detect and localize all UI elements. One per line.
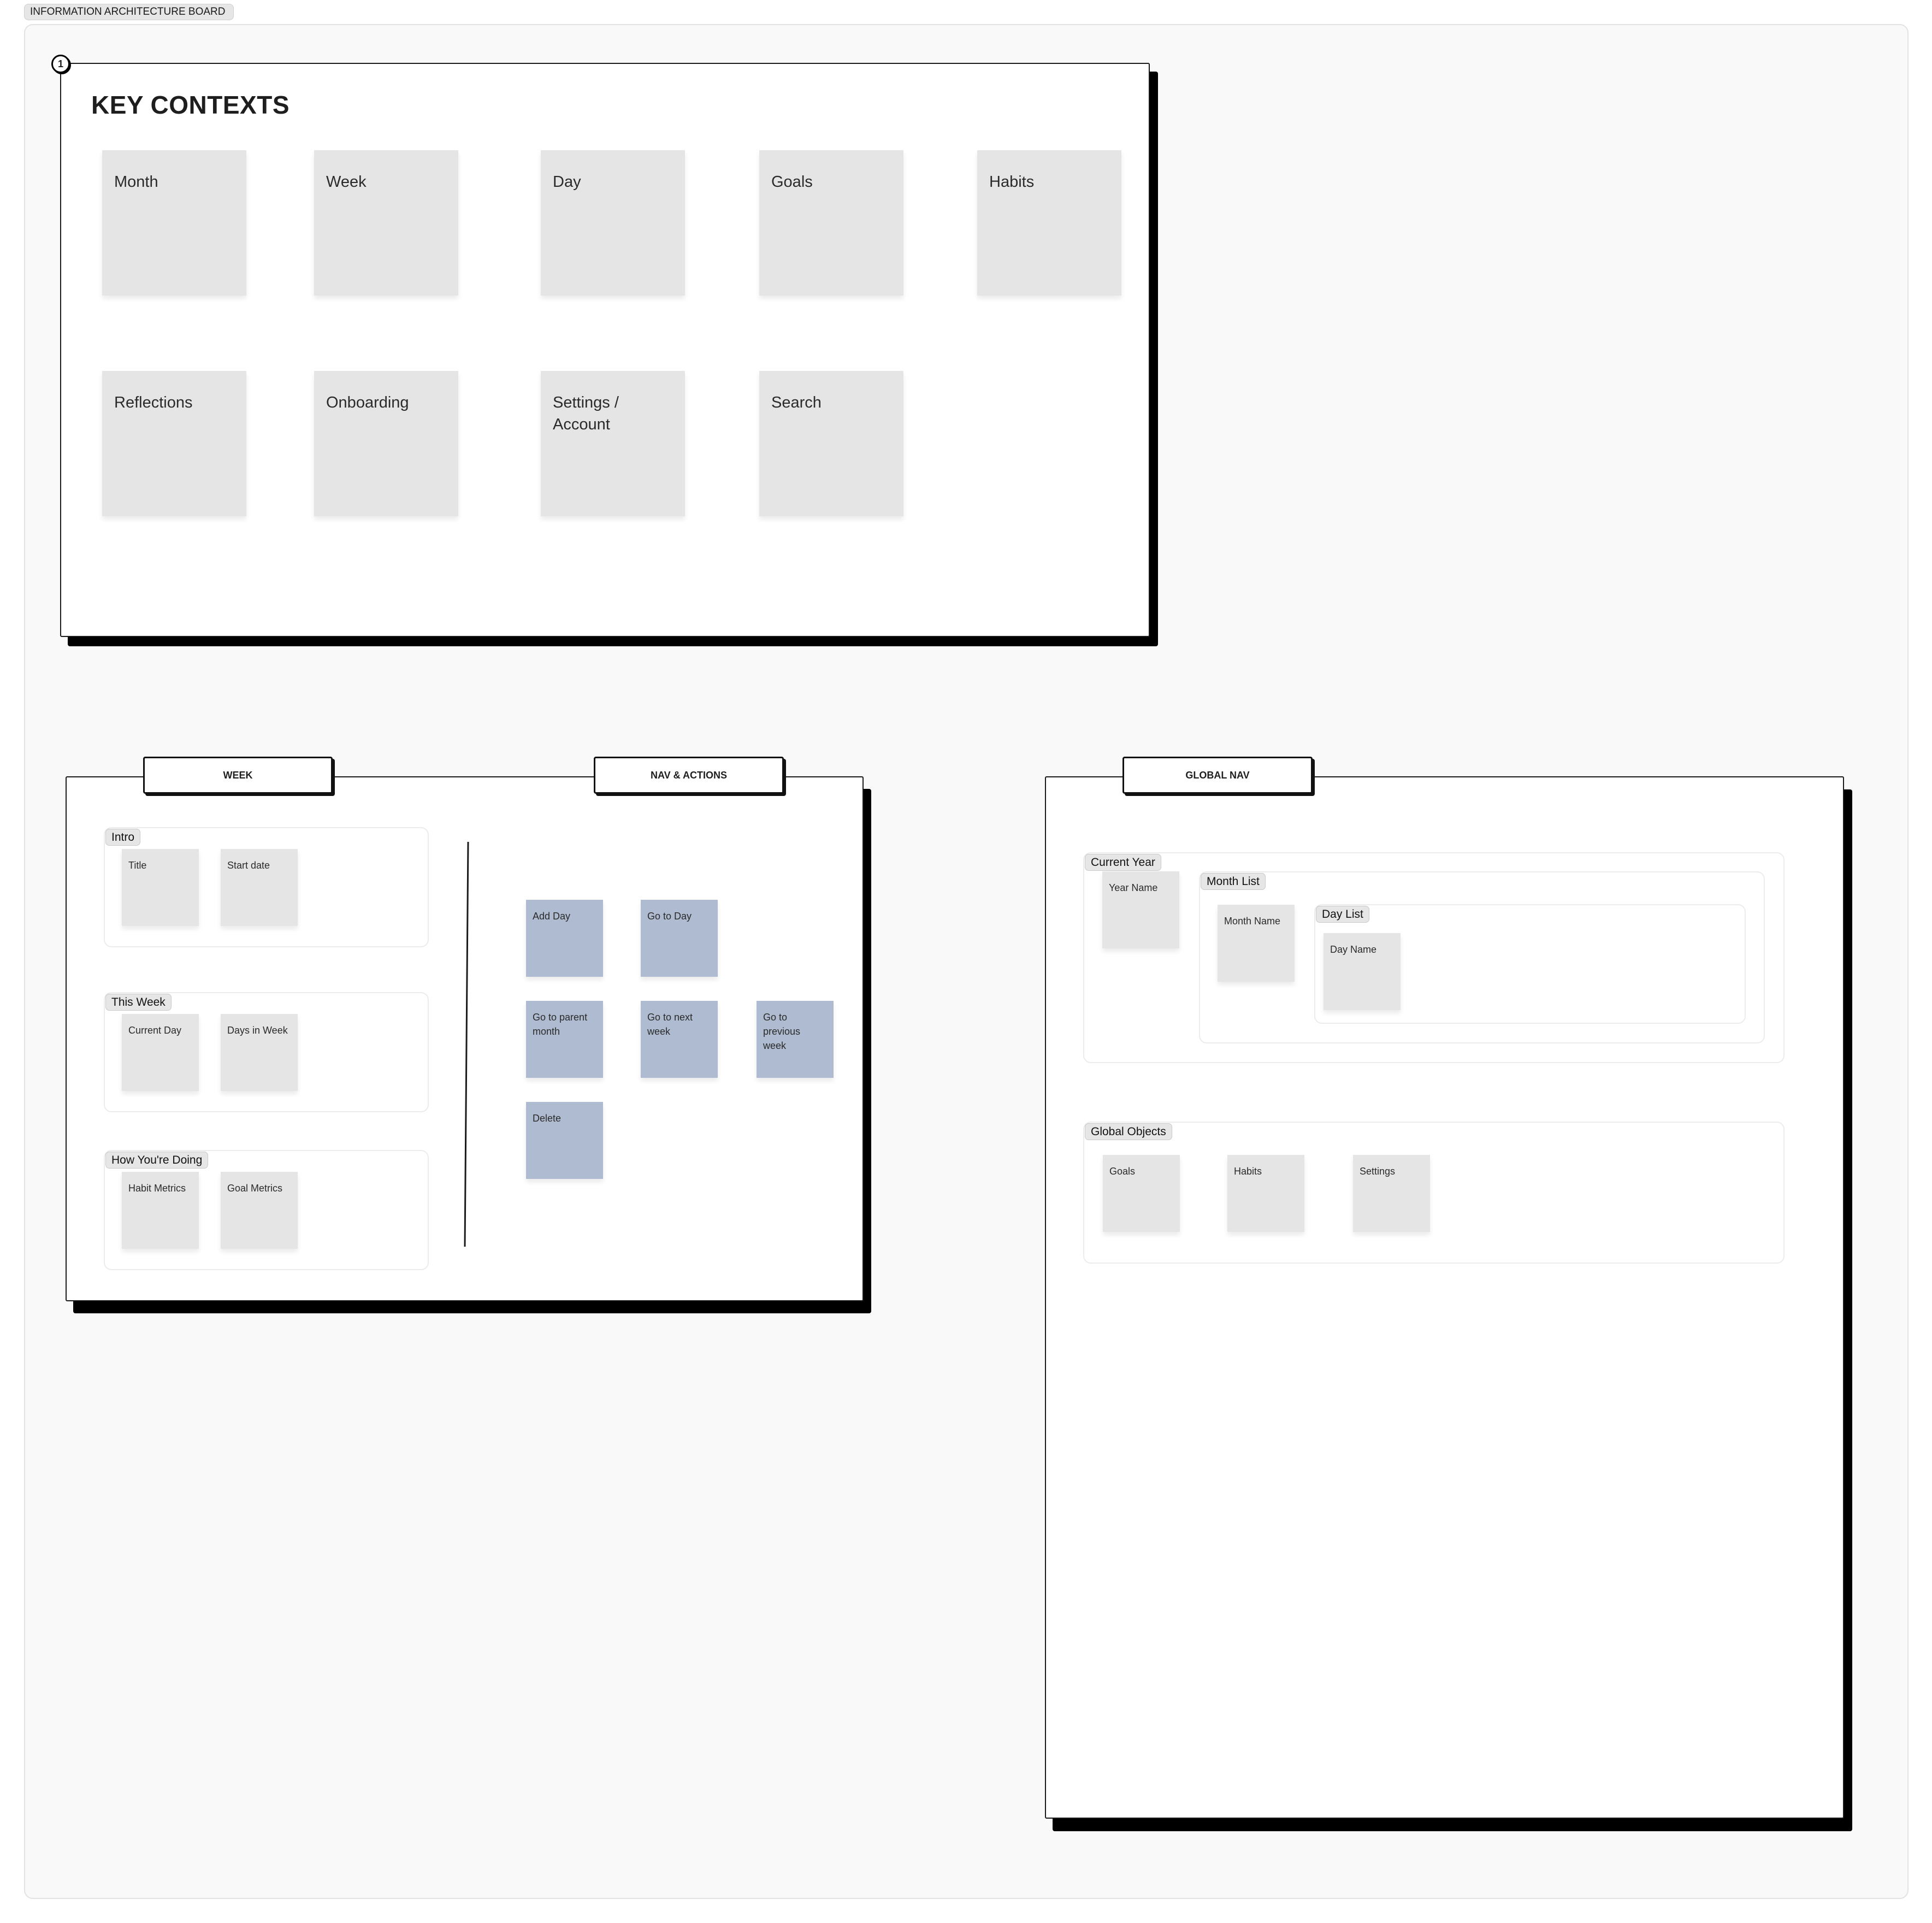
card-start-date[interactable]: Start date <box>221 849 298 926</box>
action-add-day[interactable]: Add Day <box>526 900 603 977</box>
action-go-to-parent-month[interactable]: Go to parent month <box>526 1001 603 1078</box>
group-label-intro: Intro <box>105 829 141 846</box>
group-label-month-list: Month List <box>1201 873 1266 890</box>
group-label-day-list: Day List <box>1316 906 1369 923</box>
card-global-goals[interactable]: Goals <box>1103 1155 1180 1232</box>
action-go-to-day[interactable]: Go to Day <box>641 900 718 977</box>
context-card-week[interactable]: Week <box>314 150 458 296</box>
group-label-this-week: This Week <box>105 994 172 1011</box>
action-delete[interactable]: Delete <box>526 1102 603 1179</box>
context-card-month[interactable]: Month <box>102 150 246 296</box>
global-nav-tab[interactable]: GLOBAL NAV <box>1122 757 1313 794</box>
group-global-objects[interactable] <box>1083 1122 1785 1264</box>
board-title-label[interactable]: INFORMATION ARCHITECTURE BOARD <box>24 4 234 20</box>
nav-actions-tab[interactable]: NAV & ACTIONS <box>594 757 784 794</box>
card-global-settings[interactable]: Settings <box>1353 1155 1430 1232</box>
key-contexts-title: KEY CONTEXTS <box>91 91 289 119</box>
card-day-name[interactable]: Day Name <box>1324 933 1401 1010</box>
action-go-to-previous-week[interactable]: Go to previous week <box>757 1001 834 1078</box>
card-month-name[interactable]: Month Name <box>1218 905 1295 982</box>
context-card-onboarding[interactable]: Onboarding <box>314 371 458 516</box>
group-label-global-objects: Global Objects <box>1085 1123 1172 1140</box>
group-label-how-youre-doing: How You're Doing <box>105 1152 209 1169</box>
card-title[interactable]: Title <box>122 849 199 926</box>
card-goal-metrics[interactable]: Goal Metrics <box>221 1172 298 1249</box>
action-go-to-next-week[interactable]: Go to next week <box>641 1001 718 1078</box>
context-card-search[interactable]: Search <box>759 371 903 516</box>
context-card-habits[interactable]: Habits <box>977 150 1121 296</box>
card-days-in-week[interactable]: Days in Week <box>221 1014 298 1091</box>
context-card-goals[interactable]: Goals <box>759 150 903 296</box>
frame-number-badge[interactable]: 1 <box>51 55 70 73</box>
card-year-name[interactable]: Year Name <box>1102 871 1179 948</box>
card-current-day[interactable]: Current Day <box>122 1014 199 1091</box>
group-label-current-year: Current Year <box>1085 854 1161 871</box>
context-card-reflections[interactable]: Reflections <box>102 371 246 516</box>
card-global-habits[interactable]: Habits <box>1227 1155 1304 1232</box>
week-tab[interactable]: WEEK <box>143 757 333 794</box>
key-contexts-frame[interactable] <box>60 63 1150 637</box>
context-card-settings-account[interactable]: Settings / Account <box>541 371 685 516</box>
context-card-day[interactable]: Day <box>541 150 685 296</box>
card-habit-metrics[interactable]: Habit Metrics <box>122 1172 199 1249</box>
